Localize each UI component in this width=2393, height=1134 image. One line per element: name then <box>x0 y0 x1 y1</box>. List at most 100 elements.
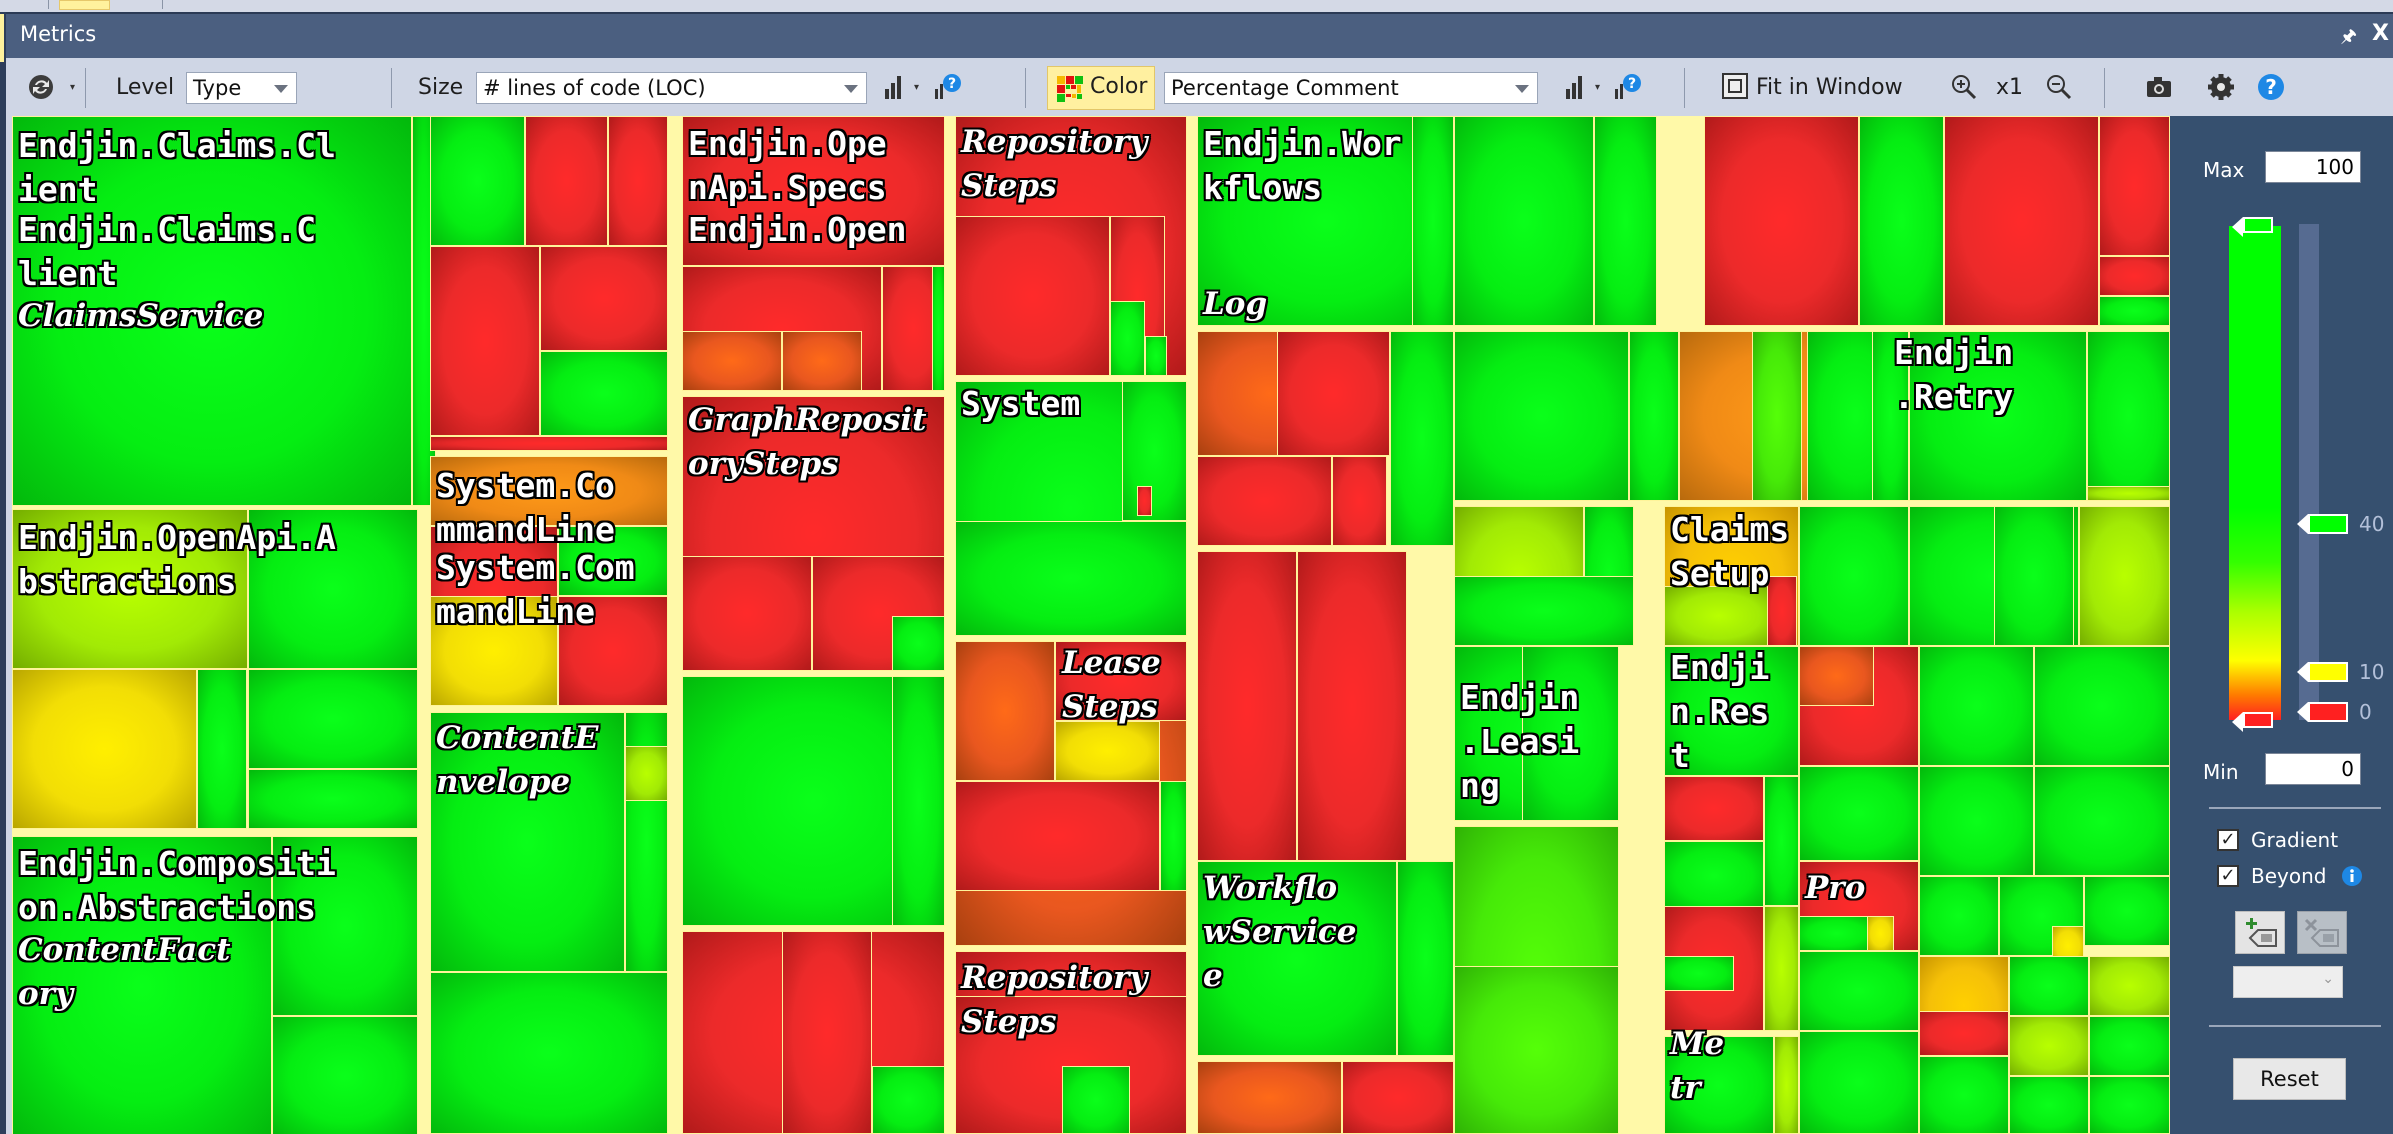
treemap-cell[interactable] <box>682 556 812 671</box>
treemap-cell[interactable] <box>1919 876 1999 956</box>
min-input[interactable]: 0 <box>2265 753 2361 785</box>
treemap-cell[interactable] <box>1764 906 1799 1031</box>
treemap-cell[interactable] <box>955 521 1187 636</box>
treemap-cell[interactable] <box>1522 646 1619 821</box>
treemap-cell[interactable] <box>1919 1056 2009 1134</box>
treemap-cell[interactable] <box>540 351 668 436</box>
treemap-cell[interactable] <box>1664 841 1764 911</box>
treemap-cell[interactable] <box>608 116 668 246</box>
treemap-cell[interactable] <box>2009 956 2089 1016</box>
color-metric-select[interactable]: Percentage Comment <box>1164 72 1538 104</box>
treemap-cell[interactable] <box>1332 456 1387 546</box>
treemap-cell[interactable] <box>1110 301 1145 376</box>
treemap-cell[interactable] <box>1909 331 2087 501</box>
threshold-track[interactable] <box>2299 224 2319 720</box>
treemap-cell[interactable] <box>782 931 872 1134</box>
treemap-cell[interactable] <box>1342 1061 1454 1134</box>
treemap-cell[interactable] <box>1774 1036 1799 1134</box>
min-color-handle[interactable] <box>2232 712 2273 732</box>
treemap-cell[interactable] <box>955 216 1110 376</box>
treemap-cell[interactable] <box>1767 576 1797 646</box>
treemap-cell[interactable] <box>932 266 945 391</box>
treemap-cell[interactable] <box>430 712 625 972</box>
treemap-cell[interactable] <box>272 836 418 1016</box>
treemap-cell[interactable] <box>1145 336 1167 376</box>
treemap-cell[interactable] <box>1197 456 1332 546</box>
treemap-cell[interactable] <box>2089 1016 2170 1076</box>
help-icon[interactable]: ? <box>2256 72 2286 102</box>
treemap-cell[interactable] <box>682 331 782 391</box>
treemap-cell[interactable] <box>1872 331 1909 501</box>
treemap-cell[interactable] <box>1919 1011 2009 1056</box>
treemap-cell[interactable] <box>1704 116 1859 326</box>
treemap-cell[interactable] <box>1919 766 2034 876</box>
metrics-treemap[interactable]: Endjin.Claims.Cl ient Endjin.Claims.C lie… <box>12 116 2170 1134</box>
threshold-handle[interactable] <box>2297 702 2348 722</box>
treemap-cell[interactable] <box>1752 331 1802 501</box>
pin-icon[interactable]: 🖈 <box>2340 24 2357 54</box>
treemap-cell[interactable] <box>782 331 862 391</box>
zoom-in-icon[interactable] <box>1949 72 1979 102</box>
treemap-cell[interactable] <box>1799 1031 1919 1134</box>
treemap-cell[interactable] <box>525 116 608 246</box>
treemap-cell[interactable] <box>955 781 1160 891</box>
metric-help-icon[interactable]: ? <box>1612 72 1642 102</box>
level-select[interactable]: Type <box>186 72 297 104</box>
treemap-cell[interactable] <box>1944 116 2099 326</box>
treemap-cell[interactable] <box>1062 1066 1130 1134</box>
treemap-cell[interactable] <box>682 116 945 266</box>
treemap-cell[interactable] <box>2089 1076 2170 1134</box>
treemap-cell[interactable] <box>1994 506 2074 646</box>
treemap-cell[interactable] <box>248 509 418 669</box>
treemap-cell[interactable] <box>2009 1016 2089 1076</box>
metric-help-icon[interactable]: ? <box>932 72 962 102</box>
treemap-cell[interactable] <box>1454 966 1619 1134</box>
reset-button[interactable]: Reset <box>2233 1058 2346 1100</box>
treemap-cell[interactable] <box>1764 776 1799 906</box>
treemap-cell[interactable] <box>1122 381 1187 521</box>
bar-chart-dropdown-icon[interactable]: ▾ <box>914 58 919 116</box>
size-metric-select[interactable]: # lines of code (LOC) <box>476 72 867 104</box>
treemap-cell[interactable] <box>2099 116 2170 256</box>
treemap-cell[interactable] <box>1137 486 1152 516</box>
treemap-cell[interactable] <box>1799 506 1909 646</box>
treemap-cell[interactable] <box>540 246 668 351</box>
treemap-cell[interactable] <box>2009 1076 2089 1134</box>
treemap-cell[interactable] <box>1454 576 1634 646</box>
zoom-out-icon[interactable] <box>2044 72 2074 102</box>
treemap-cell[interactable] <box>430 972 668 1134</box>
camera-icon[interactable] <box>2144 72 2174 102</box>
treemap-cell[interactable] <box>2089 956 2170 1016</box>
beyond-checkbox[interactable]: ✓ <box>2217 865 2239 887</box>
treemap-cell[interactable] <box>248 769 418 829</box>
treemap-cell[interactable] <box>625 746 668 801</box>
treemap-cell[interactable] <box>2034 766 2170 876</box>
treemap-cell[interactable] <box>2087 331 2170 501</box>
bar-chart-icon[interactable] <box>1559 72 1589 102</box>
treemap-cell[interactable] <box>1629 331 1679 501</box>
fit-in-window-button[interactable]: Fit in Window <box>1756 58 1903 116</box>
treemap-cell[interactable] <box>892 616 945 671</box>
treemap-cell[interactable] <box>1197 1061 1342 1134</box>
treemap-cell[interactable] <box>558 596 668 706</box>
treemap-cell[interactable] <box>1664 1036 1774 1134</box>
gear-icon[interactable] <box>2206 72 2236 102</box>
treemap-cell[interactable] <box>12 116 412 506</box>
treemap-cell[interactable] <box>955 641 1055 781</box>
treemap-cell[interactable] <box>2099 256 2170 296</box>
refresh-icon[interactable] <box>26 72 56 102</box>
treemap-cell[interactable] <box>1390 331 1454 546</box>
treemap-cell[interactable] <box>1197 551 1297 861</box>
fit-window-icon[interactable] <box>1721 72 1751 102</box>
treemap-cell[interactable] <box>1867 916 1894 951</box>
treemap-cell[interactable] <box>430 436 668 451</box>
treemap-cell[interactable] <box>1454 331 1629 501</box>
treemap-cell[interactable] <box>272 1016 418 1134</box>
treemap-cell[interactable] <box>430 456 668 526</box>
treemap-cell[interactable] <box>197 669 247 829</box>
treemap-cell[interactable] <box>12 509 248 669</box>
treemap-cell[interactable] <box>12 836 272 1134</box>
max-color-handle[interactable] <box>2232 217 2273 237</box>
treemap-cell[interactable] <box>2099 296 2170 326</box>
bar-chart-icon[interactable] <box>878 72 908 102</box>
